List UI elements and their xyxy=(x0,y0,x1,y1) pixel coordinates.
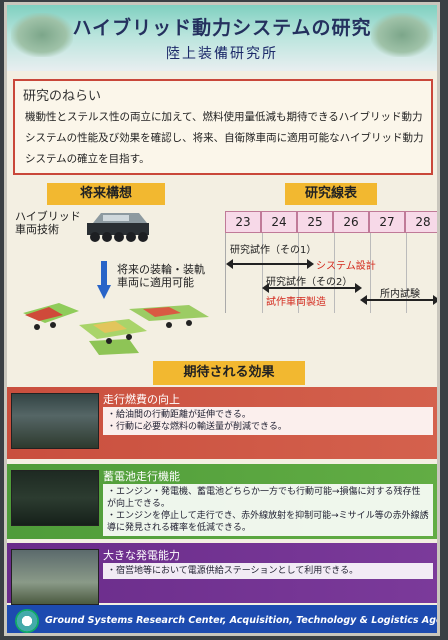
poster-title: ハイブリッド動力システムの研究 xyxy=(72,17,372,39)
schedule-label: 研究線表 xyxy=(285,183,377,205)
effect-image xyxy=(11,549,99,605)
aim-text: 機動性とステルス性の両立に加えて、燃料使用量低減も期待できるハイブリッド動力シス… xyxy=(25,111,424,165)
schedule-bar-prototype-2 xyxy=(262,283,362,293)
apply-label: 将来の装輪・装軌 車両に適用可能 xyxy=(117,263,205,289)
year-cell: 28 xyxy=(405,211,437,233)
footer-text: Ground Systems Research Center, Acquisit… xyxy=(45,615,437,626)
effect-battery-drive: 蓄電池走行機能 ・エンジン・発電機、蓄電池どちらか一方でも行動可能→損傷に対する… xyxy=(7,464,437,539)
aim-title: 研究のねらい xyxy=(23,89,102,104)
hybrid-tech-line: ハイブリッド 車両技術 xyxy=(15,210,81,236)
effect-fuel-efficiency: 走行燃費の向上 ・給油間の行動距離が延伸できる。 ・行動に必要な燃料の輸送量が削… xyxy=(7,387,437,459)
grid-line xyxy=(370,233,371,313)
year-cell: 25 xyxy=(297,211,333,233)
year-cell: 27 xyxy=(369,211,405,233)
hybrid-vehicle-image xyxy=(87,213,149,242)
effect-line: ・エンジンを停止して走行でき、赤外線放射を抑制可能→ミサイル等の赤外線誘導に発見… xyxy=(107,511,429,533)
schedule-bar-prototype-1 xyxy=(226,259,314,269)
effect-line: ・行動に必要な燃料の輸送量が削減できる。 xyxy=(107,422,287,432)
future-vehicles-image xyxy=(23,303,209,355)
effects-label: 期待される効果 xyxy=(153,361,305,385)
effect-body: ・給油間の行動距離が延伸できる。 ・行動に必要な燃料の輸送量が削減できる。 xyxy=(103,407,433,435)
schedule-item-prototype-1: 研究試作（その1） xyxy=(230,245,317,256)
schedule-item-system-design: システム設計 xyxy=(316,261,376,272)
future-concept-label: 将来構想 xyxy=(47,183,165,205)
arrow-down-icon xyxy=(97,261,111,299)
effect-body: ・宿営地等において電源供給ステーションとして利用できる。 xyxy=(103,563,433,579)
effect-image xyxy=(11,393,99,449)
schedule-item-vehicle-build: 試作車両製造 xyxy=(266,297,326,308)
effect-title: 走行燃費の向上 xyxy=(103,393,180,406)
schedule-item-prototype-2: 研究試作（その2） xyxy=(266,277,353,288)
effect-power-generation: 大きな発電能力 ・宿営地等において電源供給ステーションとして利用できる。 xyxy=(7,543,437,605)
grid-line xyxy=(406,233,407,313)
aim-section: 研究のねらい 機動性とステルス性の両立に加えて、燃料使用量低減も期待できるハイブ… xyxy=(13,79,433,175)
year-cell: 24 xyxy=(261,211,297,233)
effect-body: ・エンジン・発電機、蓄電池どちらか一方でも行動可能→損傷に対する残存性が向上でき… xyxy=(103,484,433,536)
effect-line: ・エンジン・発電機、蓄電池どちらか一方でも行動可能→損傷に対する残存性が向上でき… xyxy=(107,487,421,509)
effect-image xyxy=(11,470,99,526)
year-cell: 26 xyxy=(333,211,369,233)
schedule-table: 23 24 25 26 27 28 研究試作（その1） システム設計 研究試作（… xyxy=(225,211,437,313)
poster: ハイブリッド動力システムの研究 陸上装備研究所 研究のねらい 機動性とステルス性… xyxy=(4,2,440,636)
hybrid-tech-label: ハイブリッド 車両技術 xyxy=(15,210,81,236)
effect-title: 大きな発電能力 xyxy=(103,549,180,562)
atla-logo-icon xyxy=(15,609,39,633)
effect-line: ・宿営地等において電源供給ステーションとして利用できる。 xyxy=(107,566,359,576)
year-cell: 23 xyxy=(225,211,261,233)
effect-line: ・給油間の行動距離が延伸できる。 xyxy=(107,410,251,420)
poster-subtitle: 陸上装備研究所 xyxy=(166,46,278,62)
effect-title: 蓄電池走行機能 xyxy=(103,470,180,483)
schedule-item-in-house-test: 所内試験 xyxy=(380,289,420,300)
poster-header: ハイブリッド動力システムの研究 陸上装備研究所 xyxy=(7,5,437,71)
schedule-grid: 研究試作（その1） システム設計 研究試作（その2） 試作車両製造 所内試験 xyxy=(225,233,437,313)
poster-footer: Ground Systems Research Center, Acquisit… xyxy=(7,605,437,633)
schedule-bar-in-house-test xyxy=(360,295,437,305)
